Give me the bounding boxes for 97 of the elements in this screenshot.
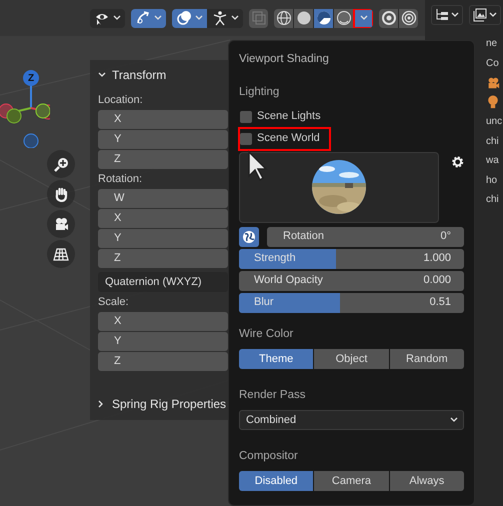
checkbox[interactable] <box>240 110 252 122</box>
toolbar-button[interactable] <box>334 8 353 28</box>
xray-icon <box>250 10 266 26</box>
number-field[interactable]: X <box>98 209 228 228</box>
axis-label: Z <box>26 72 36 86</box>
field-label: Scale: <box>98 295 130 310</box>
zoom-button[interactable] <box>47 150 75 178</box>
outliner-item[interactable]: wa <box>486 153 499 168</box>
caret-icon <box>360 15 368 21</box>
render-pass-dropdown[interactable]: Combined <box>239 410 464 430</box>
solid-sphere-icon <box>296 10 312 26</box>
field-label: Rotation: <box>98 172 144 187</box>
figure-icon <box>212 10 228 26</box>
outliner-item[interactable]: ho <box>486 172 498 188</box>
outliner-item[interactable]: ne <box>486 36 498 52</box>
number-field[interactable]: Y <box>98 229 228 248</box>
section-label: Lighting <box>239 85 280 100</box>
outliner-item[interactable]: unc <box>486 114 502 130</box>
display-mode-button[interactable] <box>431 5 463 25</box>
number-field[interactable]: X <box>98 110 228 129</box>
number-field[interactable]: Y <box>98 332 228 351</box>
toolbar-button[interactable] <box>172 8 207 28</box>
caret-icon <box>98 400 104 408</box>
slider-label: Strength <box>254 251 296 266</box>
outliner-item[interactable]: chi <box>486 134 499 149</box>
hand-icon <box>53 186 69 202</box>
caret-icon <box>195 15 203 21</box>
rotation-mode-dropdown[interactable]: Quaternion (WXYZ) <box>98 272 228 292</box>
world-space-toggle[interactable] <box>239 226 259 246</box>
camera-icon <box>53 216 69 232</box>
settings-icon[interactable] <box>450 154 464 168</box>
wireframe-sphere-icon <box>276 10 292 26</box>
number-field[interactable]: Y <box>98 130 228 149</box>
checkbox[interactable] <box>240 132 252 144</box>
hdri-preview[interactable] <box>239 152 439 222</box>
checkbox-option[interactable]: Scene World <box>239 128 330 150</box>
caret-icon <box>231 15 239 21</box>
segment-button[interactable]: Theme <box>239 348 314 369</box>
toolbar-button[interactable] <box>131 8 166 28</box>
slider-label: Blur <box>254 295 274 310</box>
caret-icon <box>154 15 162 21</box>
slider-field[interactable]: Strength 1.000 <box>239 248 464 268</box>
toolbar-button[interactable] <box>379 8 398 28</box>
section-label: Wire Color <box>239 326 294 342</box>
slider-value: 0.000 <box>423 273 451 288</box>
caret-icon <box>113 15 121 21</box>
slider-field[interactable]: World Opacity 0.000 <box>239 270 464 290</box>
segment-button[interactable]: Disabled <box>239 471 314 492</box>
mouse-cursor-icon <box>246 150 268 182</box>
number-field[interactable]: W <box>98 189 228 208</box>
number-field[interactable]: Z <box>98 150 228 169</box>
panel-title[interactable]: Spring Rig Properties <box>112 395 226 413</box>
light-bulb-icon <box>486 95 500 110</box>
image-icon <box>473 8 487 22</box>
rendered-sphere-icon <box>336 10 352 26</box>
segment-button[interactable]: Random <box>390 348 464 369</box>
ring-icon <box>380 10 396 26</box>
field-label: Location: <box>98 93 144 108</box>
caret-icon <box>489 12 497 18</box>
panel-title[interactable]: Transform <box>112 66 166 84</box>
hand-button[interactable] <box>47 180 75 208</box>
slider-value: 1.000 <box>423 251 451 266</box>
caret-icon <box>451 12 459 18</box>
shading-dropdown-button[interactable] <box>354 8 373 28</box>
number-field[interactable]: X <box>98 312 228 331</box>
toolbar-button[interactable] <box>399 8 418 28</box>
camera-icon <box>486 76 500 90</box>
slider-value: 0.51 <box>430 295 451 310</box>
segment-button[interactable]: Always <box>390 471 464 492</box>
gizmo-arrow-icon <box>135 10 151 26</box>
grid-button[interactable] <box>47 240 75 268</box>
checkbox-option[interactable]: Scene Lights <box>239 106 331 128</box>
caret-icon <box>98 72 106 78</box>
caret-icon <box>450 417 458 423</box>
tree-icon <box>435 8 449 22</box>
zoom-icon <box>53 156 69 172</box>
outliner-item[interactable]: Co <box>486 56 499 71</box>
popover-title: Viewport Shading <box>239 52 330 67</box>
number-field[interactable]: Z <box>98 352 228 371</box>
slider-field[interactable]: Blur 0.51 <box>239 292 464 312</box>
section-label: Compositor <box>239 449 299 464</box>
outliner-item[interactable]: chi <box>486 192 499 208</box>
segment-button[interactable]: Camera <box>314 471 389 492</box>
camera-button[interactable] <box>47 210 75 238</box>
grid-icon <box>53 246 69 262</box>
rotation-field[interactable]: Rotation 0° <box>267 226 464 246</box>
target-icon <box>400 10 416 26</box>
number-field[interactable]: Z <box>98 249 228 268</box>
toolbar-button[interactable] <box>294 8 313 28</box>
material-sphere-icon <box>316 10 332 26</box>
toolbar-button[interactable] <box>314 8 333 28</box>
slider-label: World Opacity <box>254 273 323 288</box>
overlapping-circles-icon <box>176 10 192 26</box>
filter-button[interactable] <box>469 5 501 25</box>
segment-button[interactable]: Object <box>314 348 389 369</box>
toolbar-button[interactable] <box>274 8 293 28</box>
section-label: Render Pass <box>239 388 306 403</box>
